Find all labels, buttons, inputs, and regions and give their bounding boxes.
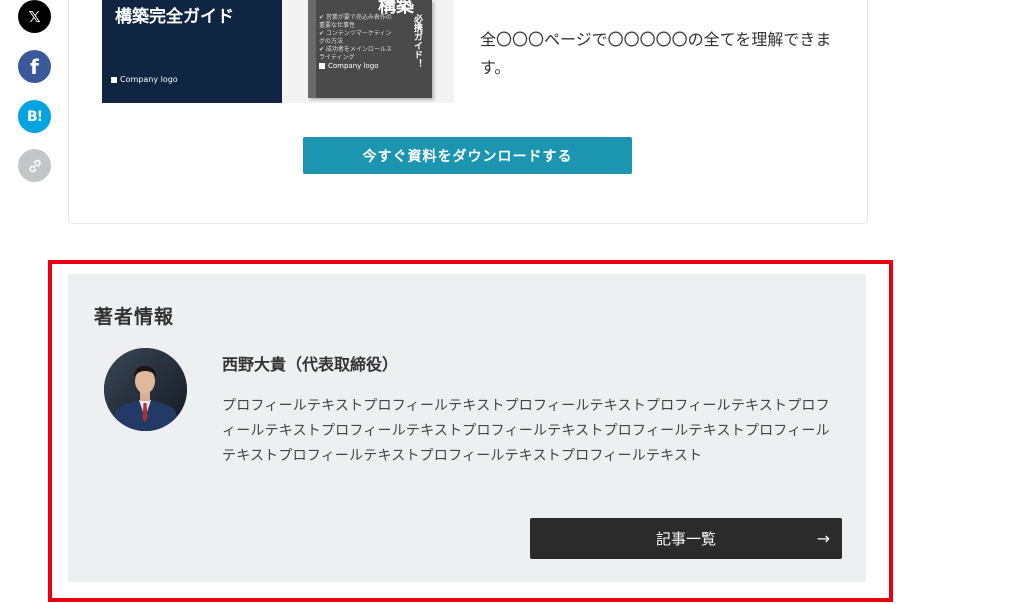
company-logo-text: Company logo [120, 75, 178, 84]
company-logo: Company logo [111, 75, 178, 84]
hatena-bookmark-icon: B! [26, 108, 43, 125]
share-x-button[interactable]: 𝕏 [18, 0, 51, 33]
link-icon [28, 159, 41, 172]
copy-link-button[interactable] [18, 149, 51, 182]
download-description: 全〇〇〇ページで〇〇〇〇〇の全てを理解できます。 [480, 30, 832, 77]
author-avatar [104, 348, 187, 431]
cover-title: 構築完全ガイド [115, 7, 234, 27]
author-name: 西野大貴（代表取締役） [222, 355, 399, 374]
logo-mark-icon [319, 63, 325, 69]
article-list-label: 記事一覧 [655, 530, 716, 548]
company-logo: Company logo [319, 62, 378, 70]
download-button[interactable]: 今すぐ資料をダウンロードする [303, 137, 632, 174]
facebook-icon: f [30, 54, 39, 79]
cover2-vertical-text: 必携ガイド！ [412, 14, 422, 68]
ebook-cover-front: 構築完全ガイド Company logo [102, 0, 282, 103]
ebook-cover-3d: 構築 ✔ 営業が要で売込み表作の重要な仕事性 ✔ コンテンツマーケティングの方法… [308, 0, 432, 98]
share-hatena-button[interactable]: B! [18, 100, 51, 133]
author-heading: 著者情報 [94, 306, 175, 328]
article-list-button[interactable]: 記事一覧 → [530, 518, 842, 559]
author-bio: プロフィールテキストプロフィールテキストプロフィールテキストプロフィールテキスト… [222, 398, 830, 464]
share-facebook-button[interactable]: f [18, 50, 51, 83]
cover2-checklist: ✔ 営業が要で売込み表作の重要な仕事性 ✔ コンテンツマーケティングの方法 ✔ … [319, 14, 392, 61]
x-icon: 𝕏 [28, 7, 41, 26]
logo-mark-icon [111, 76, 117, 83]
book-spine [308, 0, 316, 98]
ebook-mockup: 構築 ✔ 営業が要で売込み表作の重要な仕事性 ✔ コンテンツマーケティングの方法… [282, 0, 454, 103]
company-logo-text: Company logo [328, 62, 379, 70]
arrow-right-icon: → [816, 529, 830, 548]
avatar-portrait-icon [104, 348, 187, 431]
